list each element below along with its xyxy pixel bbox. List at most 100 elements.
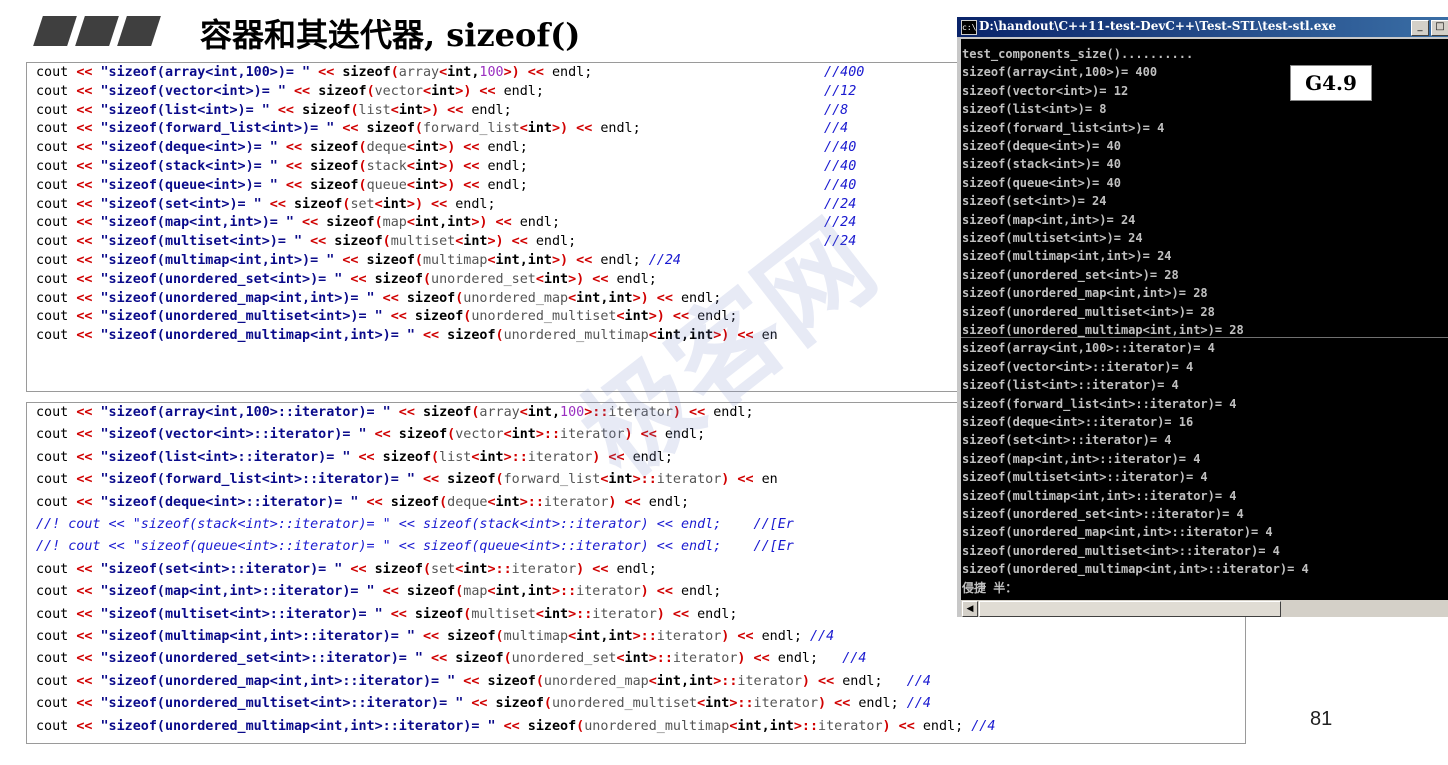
template-bracket: > xyxy=(632,472,641,488)
template-bracket: > xyxy=(632,290,641,306)
console-output-line: sizeof(stack<int>)= 40 xyxy=(962,157,1121,172)
template-bracket: > xyxy=(503,449,512,465)
template-bracket: < xyxy=(439,65,448,80)
scroll-left-arrow-icon[interactable]: ◀ xyxy=(962,601,978,617)
endl-keyword: endl; xyxy=(680,584,722,600)
stream-operator: << xyxy=(455,177,488,193)
console-output-line: sizeof(set<int>)= 24 xyxy=(962,194,1107,209)
iterator-type: iterator xyxy=(560,427,625,443)
container-type: unordered_set xyxy=(511,651,617,667)
endl-keyword: endl; xyxy=(600,253,641,268)
template-bracket: > xyxy=(568,606,577,622)
code-line: cout << "sizeof(unordered_map<int,int>::… xyxy=(36,672,931,691)
template-arg: int xyxy=(527,405,552,420)
template-bracket: < xyxy=(406,215,415,231)
cout-keyword: cout xyxy=(36,290,77,306)
code-line: cout << "sizeof(multiset<int>::iterator)… xyxy=(36,605,737,624)
sizeof-keyword: sizeof xyxy=(374,271,423,287)
sizeof-keyword: sizeof xyxy=(455,651,504,667)
code-line: cout << "sizeof(list<int>)= " << sizeof(… xyxy=(36,101,848,120)
console-titlebar[interactable]: c:\ D:\handout\C++11-test-DevC++\Test-ST… xyxy=(957,17,1448,37)
paren: ( xyxy=(543,696,552,712)
stream-operator: << xyxy=(495,718,528,734)
endl-keyword: endl; xyxy=(664,427,706,443)
container-type: vector xyxy=(374,83,423,99)
endl-keyword: endl; xyxy=(777,651,819,667)
stream-operator: << xyxy=(680,405,714,420)
stream-operator: << xyxy=(745,651,778,667)
stream-operator: << xyxy=(76,561,101,577)
stream-operator: << xyxy=(568,253,601,268)
stream-operator: << xyxy=(729,472,762,488)
stream-operator: << xyxy=(76,234,101,250)
template-arg: int xyxy=(656,328,681,344)
console-output-line: sizeof(vector<int>)= 12 xyxy=(962,83,1129,98)
template-bracket: < xyxy=(406,177,415,193)
cout-keyword: cout xyxy=(36,405,77,420)
string-literal: "sizeof(deque<int>)= " xyxy=(100,140,278,156)
stream-operator: << xyxy=(76,427,101,443)
paren: ( xyxy=(382,234,391,250)
sizeof-keyword: sizeof xyxy=(366,121,415,137)
template-bracket: > xyxy=(439,140,448,156)
code-line: cout << "sizeof(unordered_multiset<int>)… xyxy=(36,307,737,326)
template-bracket: > xyxy=(632,629,641,644)
template-arg: int xyxy=(737,718,762,734)
sizeof-keyword: sizeof xyxy=(310,140,359,156)
template-bracket: < xyxy=(616,651,625,667)
code-line: cout << "sizeof(unordered_map<int,int>)=… xyxy=(36,289,721,308)
code-line: cout << "sizeof(deque<int>)= " << sizeof… xyxy=(36,138,856,157)
stream-operator: << xyxy=(664,309,698,325)
string-literal: "sizeof(list<int>)= " xyxy=(100,102,270,118)
template-arg: int xyxy=(414,177,440,193)
sizeof-keyword: sizeof xyxy=(495,696,544,712)
code-line: cout << "sizeof(list<int>::iterator)= " … xyxy=(36,448,673,467)
string-literal: "sizeof(unordered_multiset<int>::iterato… xyxy=(100,696,464,712)
template-arg: int xyxy=(414,159,440,174)
scrollbar-thumb[interactable] xyxy=(979,601,1281,617)
template-bracket: < xyxy=(616,309,625,325)
sizeof-keyword: sizeof xyxy=(406,584,456,600)
commented-code: //! cout << "sizeof(queue<int>::iterator… xyxy=(36,539,794,555)
console-window[interactable]: c:\ D:\handout\C++11-test-DevC++\Test-ST… xyxy=(957,17,1448,617)
template-arg: int xyxy=(543,606,569,622)
scope-operator: :: xyxy=(737,696,754,712)
template-bracket: > xyxy=(439,159,448,174)
paren: ( xyxy=(576,718,585,734)
string-literal: "sizeof(array<int,100>::iterator)= " xyxy=(100,405,391,420)
cout-keyword: cout xyxy=(36,83,77,99)
iterator-type: iterator xyxy=(672,651,738,667)
paren: ) xyxy=(495,234,504,250)
template-arg: int xyxy=(414,140,440,156)
paren: ( xyxy=(422,561,432,577)
maximize-button[interactable]: □ xyxy=(1431,20,1448,36)
stream-operator: << xyxy=(382,606,415,622)
code-line: cout << "sizeof(array<int,100>::iterator… xyxy=(36,403,754,422)
code-line: cout << "sizeof(vector<int>)= " << sizeo… xyxy=(36,82,856,101)
result-comment: //4 xyxy=(816,121,849,137)
container-type: multiset xyxy=(471,606,536,622)
minimize-button[interactable]: _ xyxy=(1411,20,1429,36)
sizeof-keyword: sizeof xyxy=(342,65,391,80)
paren: ) xyxy=(624,427,633,443)
code-line: cout << "sizeof(vector<int>::iterator)= … xyxy=(36,425,705,444)
page-number: 81 xyxy=(1310,708,1333,730)
slide-title: 容器和其迭代器, sizeof() xyxy=(200,16,581,54)
paren: ) xyxy=(560,121,569,137)
console-section-divider xyxy=(961,337,1448,339)
iterator-type: iterator xyxy=(527,449,593,465)
container-type: unordered_multiset xyxy=(471,309,617,325)
template-bracket: < xyxy=(374,196,383,212)
container-type: forward_list xyxy=(422,121,520,137)
console-horizontal-scrollbar[interactable]: ◀ xyxy=(961,600,1448,617)
template-comma: , xyxy=(519,253,528,268)
result-comment: //24 xyxy=(640,253,681,268)
stream-operator: << xyxy=(584,561,617,577)
code-line: cout << "sizeof(stack<int>)= " << sizeof… xyxy=(36,157,856,176)
string-literal: "sizeof(vector<int>)= " xyxy=(100,83,286,99)
template-arg: int xyxy=(447,65,472,80)
sizeof-keyword: sizeof xyxy=(318,83,367,99)
stream-operator: << xyxy=(616,494,649,510)
stream-operator: << xyxy=(277,140,311,156)
iterator-type: iterator xyxy=(656,629,722,644)
